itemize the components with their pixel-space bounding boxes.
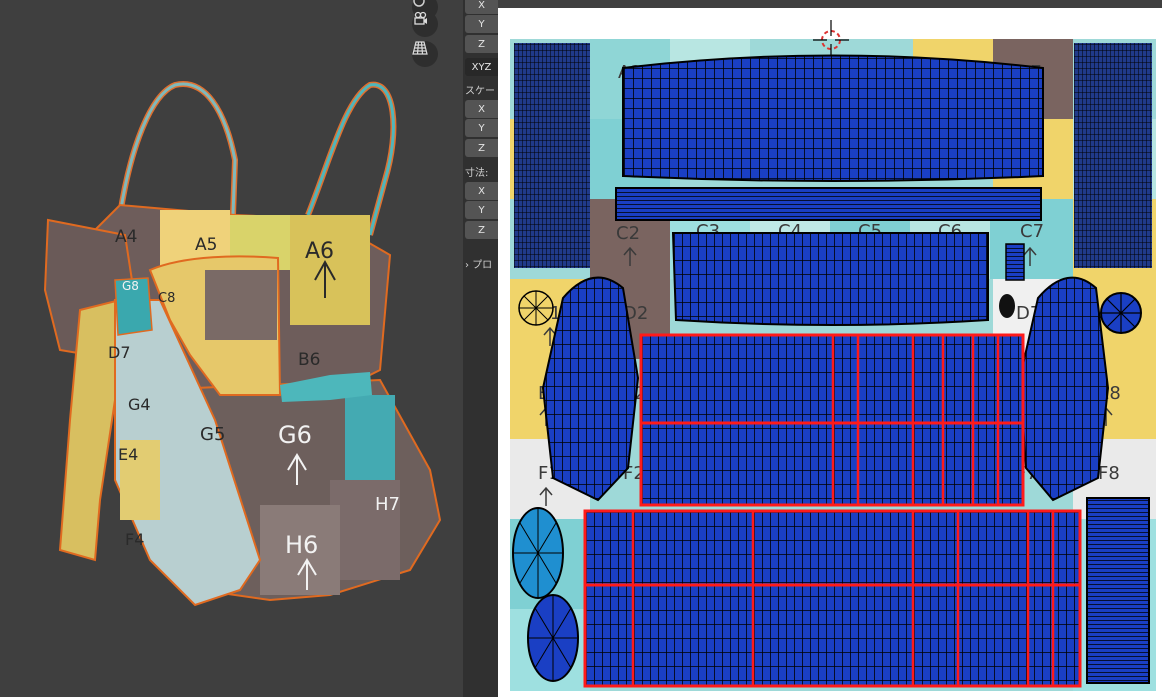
dimensions-x-field[interactable]: X: [465, 182, 498, 200]
uv-island-bodice-top[interactable]: [622, 54, 1044, 182]
uv-island-skirt-lower[interactable]: [583, 509, 1082, 688]
label-a6: A6: [305, 239, 334, 264]
label-c8: C8: [158, 291, 175, 306]
label-a5: A5: [195, 235, 217, 255]
uv-canvas[interactable]: A2 A7 C2 C3 C4 C5 C6 C7 D1 D2 D7 D8 E1 E…: [498, 8, 1162, 697]
label-h7: H7: [375, 494, 400, 515]
dimensions-label: 寸法:: [465, 168, 489, 179]
label-a4: A4: [115, 227, 137, 247]
label-b6: B6: [298, 350, 320, 370]
scale-x-field[interactable]: X: [465, 100, 498, 118]
uv-label-f8: F8: [1098, 463, 1120, 484]
rotation-x-field[interactable]: X: [465, 0, 498, 14]
uv-island-small[interactable]: [1005, 243, 1025, 281]
garment-model: A4 A5 A6 B6 D7 C8 G4 G5 E4 F4 G8 G6 H6 H…: [43, 81, 442, 607]
section-collapsed[interactable]: › プロ: [465, 256, 492, 271]
uv-island-cap-d1[interactable]: [518, 290, 554, 326]
uv-island-skirt-upper[interactable]: [639, 333, 1025, 507]
scale-z-field[interactable]: Z: [465, 139, 498, 157]
uv-island-button[interactable]: [999, 294, 1015, 318]
uv-label-c7: C7: [1020, 221, 1044, 242]
3d-viewport[interactable]: A4 A5 A6 B6 D7 C8 G4 G5 E4 F4 G8 G6 H6 H…: [0, 0, 463, 697]
properties-panel: X Y Z XYZ スケー X Y Z 寸法: X Y Z › プロ: [463, 0, 498, 697]
scale-y-field[interactable]: Y: [465, 119, 498, 137]
rotation-y-field[interactable]: Y: [465, 15, 498, 33]
label-g8: G8: [122, 279, 139, 293]
uv-island-side-strip[interactable]: [1086, 497, 1150, 684]
uv-island-cap-d8[interactable]: [1100, 292, 1142, 334]
grid-perspective-icon[interactable]: [412, 41, 438, 67]
scale-label: スケー: [465, 86, 495, 97]
dimensions-z-field[interactable]: Z: [465, 221, 498, 239]
label-g6: G6: [278, 421, 312, 449]
uv-editor[interactable]: A2 A7 C2 C3 C4 C5 C6 C7 D1 D2 D7 D8 E1 E…: [498, 0, 1162, 697]
uv-island-strap-left[interactable]: [514, 43, 590, 268]
uv-island-oval-upper[interactable]: [512, 507, 564, 599]
label-g4: G4: [128, 395, 151, 414]
section-label: プロ: [472, 260, 493, 271]
uv-label-c2: C2: [616, 223, 640, 244]
uv-island-oval-lower[interactable]: [527, 594, 579, 682]
camera-icon[interactable]: [412, 11, 438, 37]
label-e4: E4: [118, 445, 138, 464]
chevron-right-icon: ›: [465, 260, 469, 271]
uv-canvas-frame: A2 A7 C2 C3 C4 C5 C6 C7 D1 D2 D7 D8 E1 E…: [498, 8, 1162, 697]
dimensions-y-field[interactable]: Y: [465, 201, 498, 219]
label-g5: G5: [200, 424, 225, 445]
uv-island-bodice-band[interactable]: [671, 232, 989, 326]
label-h6: H6: [285, 531, 318, 559]
label-f4: F4: [125, 530, 144, 549]
rotation-z-field[interactable]: Z: [465, 35, 498, 53]
uv-island-strap-right[interactable]: [1074, 43, 1152, 268]
label-d7: D7: [108, 343, 131, 362]
rotation-mode-select[interactable]: XYZ: [465, 58, 498, 76]
uv-island-straps[interactable]: [615, 187, 1042, 221]
